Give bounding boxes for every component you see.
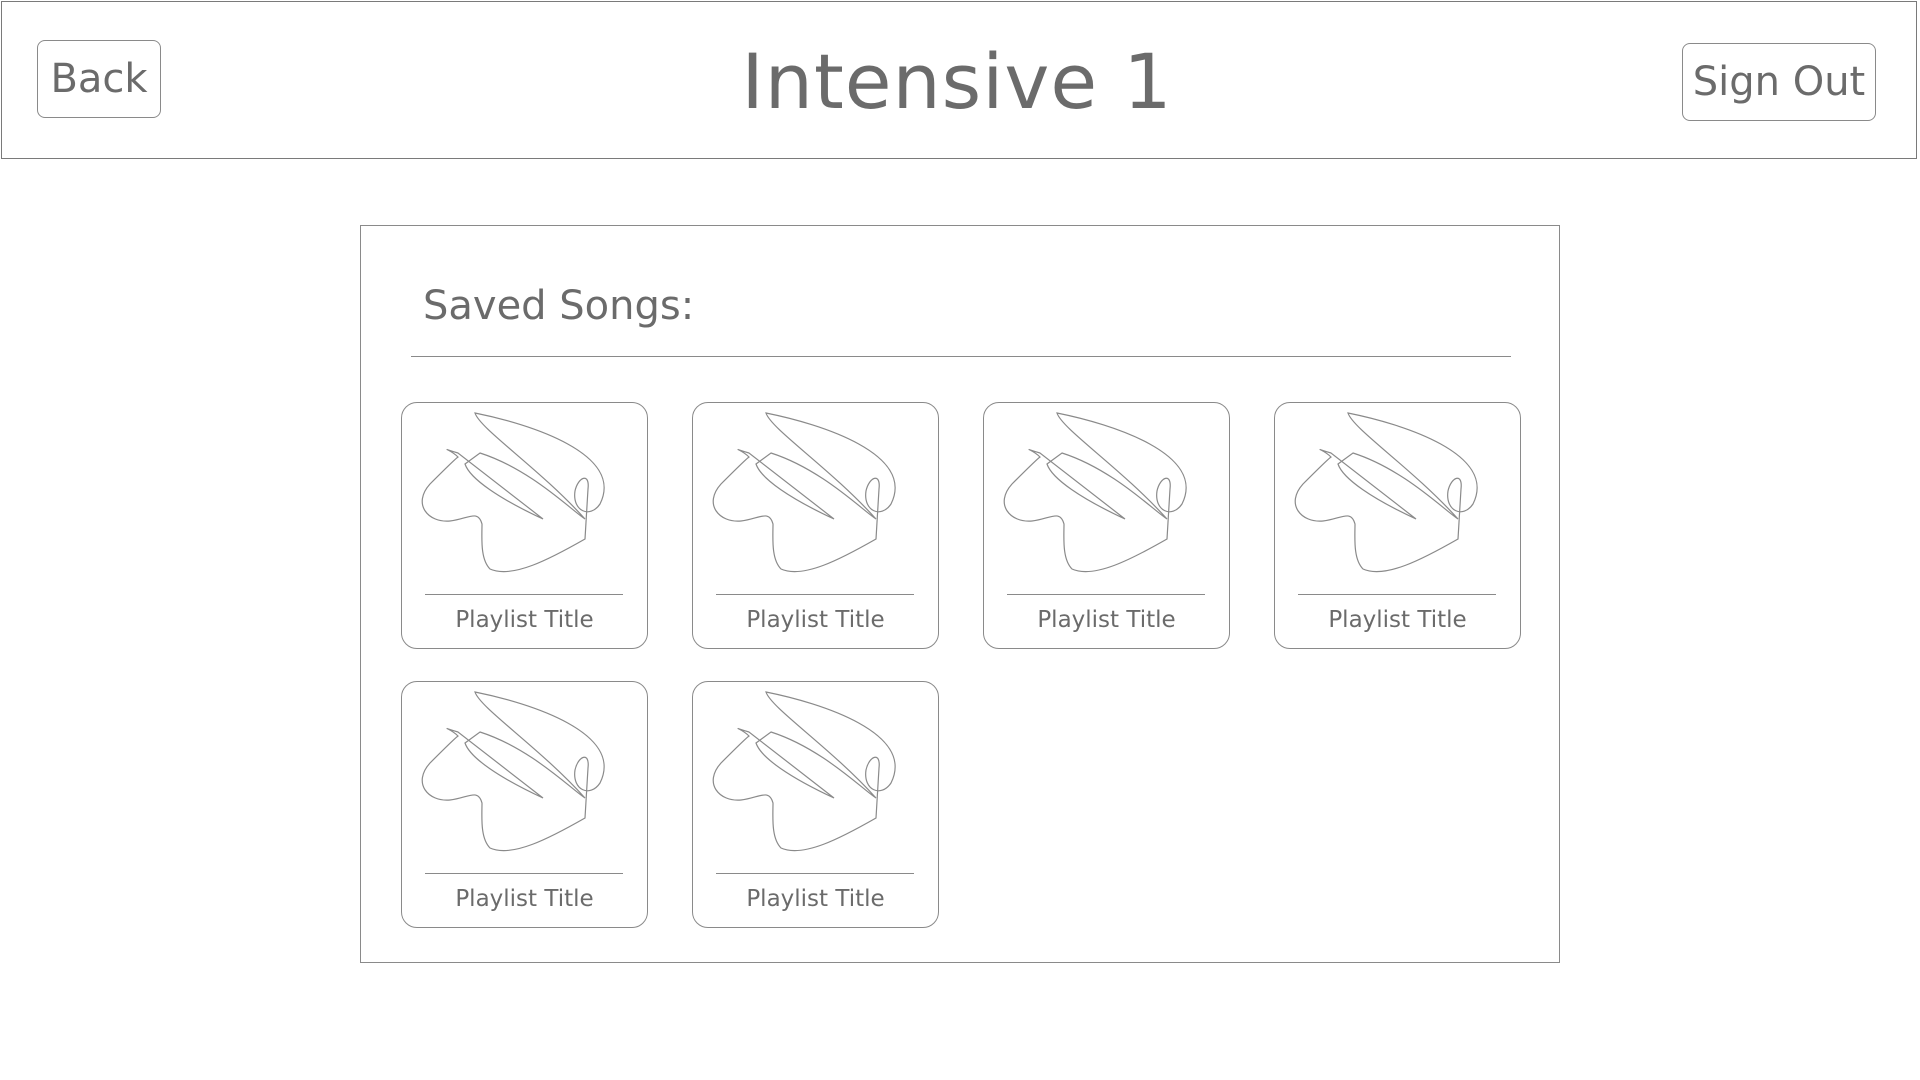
playlist-title: Playlist Title xyxy=(746,886,885,912)
playlist-title: Playlist Title xyxy=(1037,607,1176,633)
saved-songs-panel: Saved Songs: Playlist Title Playlist Tit… xyxy=(360,225,1560,963)
top-bar: Back Intensive 1 Sign Out xyxy=(1,1,1917,159)
card-divider xyxy=(1298,594,1496,595)
playlist-card[interactable]: Playlist Title xyxy=(401,402,648,649)
playlist-title: Playlist Title xyxy=(746,607,885,633)
playlist-card[interactable]: Playlist Title xyxy=(692,402,939,649)
playlist-card[interactable]: Playlist Title xyxy=(692,681,939,928)
playlist-card[interactable]: Playlist Title xyxy=(1274,402,1521,649)
heading-divider xyxy=(411,356,1511,357)
scribble-image-icon xyxy=(1003,412,1187,573)
card-divider xyxy=(1007,594,1205,595)
scribble-image-icon xyxy=(712,691,896,852)
playlist-card[interactable]: Playlist Title xyxy=(983,402,1230,649)
scribble-image-icon xyxy=(421,691,605,852)
saved-songs-heading: Saved Songs: xyxy=(423,283,695,329)
card-divider xyxy=(716,594,914,595)
playlist-title: Playlist Title xyxy=(1328,607,1467,633)
card-divider xyxy=(425,594,623,595)
sign-out-button[interactable]: Sign Out xyxy=(1682,43,1876,121)
playlist-card[interactable]: Playlist Title xyxy=(401,681,648,928)
playlist-grid: Playlist Title Playlist Title Playlist T… xyxy=(401,402,1521,928)
card-divider xyxy=(425,873,623,874)
page-title: Intensive 1 xyxy=(741,37,1173,126)
card-divider xyxy=(716,873,914,874)
scribble-image-icon xyxy=(712,412,896,573)
playlist-title: Playlist Title xyxy=(455,607,594,633)
scribble-image-icon xyxy=(1294,412,1478,573)
playlist-title: Playlist Title xyxy=(455,886,594,912)
scribble-image-icon xyxy=(421,412,605,573)
